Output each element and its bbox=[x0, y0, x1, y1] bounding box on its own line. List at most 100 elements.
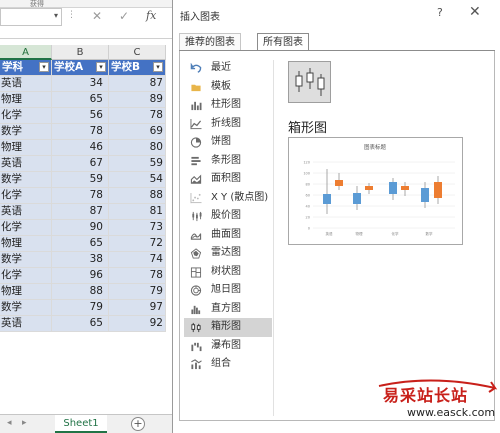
table-row: 物理 88 79 bbox=[0, 284, 176, 300]
table-cell[interactable]: 化学 bbox=[0, 268, 52, 284]
chart-type-list[interactable]: 最近 模板 柱形图 折线图 饼图 条形图面积图 X Y (散点图) 股价图 曲面图雷达图树状图旭… bbox=[184, 59, 272, 374]
chart-type-item[interactable]: 直方图 bbox=[184, 300, 272, 319]
chevron-down-icon[interactable]: ▾ bbox=[54, 11, 58, 20]
table-cell[interactable]: 88 bbox=[109, 188, 166, 204]
table-cell[interactable]: 92 bbox=[109, 316, 166, 332]
chart-type-item[interactable]: 箱形图 bbox=[184, 318, 272, 337]
header-cell-school-b[interactable]: 学校B ▾ bbox=[109, 60, 166, 76]
table-cell[interactable]: 英语 bbox=[0, 316, 52, 332]
tab-recommended-charts[interactable]: 推荐的图表 bbox=[179, 33, 241, 51]
table-cell[interactable]: 化学 bbox=[0, 188, 52, 204]
add-sheet-button[interactable]: + bbox=[131, 417, 145, 431]
table-cell[interactable]: 74 bbox=[109, 252, 166, 268]
table-cell[interactable]: 88 bbox=[52, 284, 109, 300]
table-cell[interactable]: 79 bbox=[109, 284, 166, 300]
table-cell[interactable]: 80 bbox=[109, 140, 166, 156]
table-cell[interactable]: 物理 bbox=[0, 236, 52, 252]
chart-type-item[interactable]: 面积图 bbox=[184, 170, 272, 189]
table-cell[interactable]: 96 bbox=[52, 268, 109, 284]
table-cell[interactable]: 数学 bbox=[0, 300, 52, 316]
tab-all-charts[interactable]: 所有图表 bbox=[257, 33, 309, 51]
table-cell[interactable]: 78 bbox=[52, 188, 109, 204]
help-button[interactable]: ? bbox=[437, 6, 443, 19]
table-cell[interactable]: 72 bbox=[109, 236, 166, 252]
column-header-c[interactable]: C bbox=[109, 45, 166, 60]
table-cell[interactable]: 数学 bbox=[0, 252, 52, 268]
table-cell[interactable]: 69 bbox=[109, 124, 166, 140]
table-cell[interactable]: 81 bbox=[109, 204, 166, 220]
table-cell[interactable]: 59 bbox=[109, 156, 166, 172]
insert-function-button[interactable]: fx bbox=[146, 9, 156, 22]
table-cell[interactable]: 数学 bbox=[0, 172, 52, 188]
table-row: 物理 65 89 bbox=[0, 92, 176, 108]
chart-type-label: 面积图 bbox=[211, 173, 241, 184]
chart-type-item[interactable]: 树状图 bbox=[184, 263, 272, 282]
chart-type-item[interactable]: 模板 bbox=[184, 78, 272, 97]
header-cell-school-a[interactable]: 学校A ▾ bbox=[52, 60, 109, 76]
table-cell[interactable]: 38 bbox=[52, 252, 109, 268]
table-cell[interactable]: 65 bbox=[52, 92, 109, 108]
table-cell[interactable]: 97 bbox=[109, 300, 166, 316]
chart-type-item[interactable]: 组合 bbox=[184, 355, 272, 374]
chart-type-item[interactable]: 折线图 bbox=[184, 115, 272, 134]
table-cell[interactable]: 化学 bbox=[0, 220, 52, 236]
column-header-b[interactable]: B bbox=[52, 45, 109, 60]
close-button[interactable]: ✕ bbox=[469, 4, 481, 20]
filter-dropdown-icon[interactable]: ▾ bbox=[153, 62, 163, 72]
table-cell[interactable]: 54 bbox=[109, 172, 166, 188]
cancel-formula-button[interactable]: ✕ bbox=[92, 9, 102, 23]
chart-type-item[interactable]: 瀑布图 bbox=[184, 337, 272, 356]
table-cell[interactable]: 物理 bbox=[0, 284, 52, 300]
chart-type-item[interactable]: 股价图 bbox=[184, 207, 272, 226]
chart-type-item[interactable]: 条形图 bbox=[184, 152, 272, 171]
table-cell[interactable]: 73 bbox=[109, 220, 166, 236]
sheet-scroll-right-icon[interactable]: ▸ bbox=[22, 418, 27, 428]
chart-type-item[interactable]: 雷达图 bbox=[184, 244, 272, 263]
confirm-formula-button[interactable]: ✓ bbox=[119, 9, 129, 23]
table-cell[interactable]: 英语 bbox=[0, 156, 52, 172]
table-cell[interactable]: 数学 bbox=[0, 124, 52, 140]
chart-type-item[interactable]: 旭日图 bbox=[184, 281, 272, 300]
box-whisker-subtype-thumbnail[interactable] bbox=[288, 61, 331, 103]
column-header-a[interactable]: A bbox=[0, 45, 52, 60]
chart-type-item[interactable]: 饼图 bbox=[184, 133, 272, 152]
table-cell[interactable]: 59 bbox=[52, 172, 109, 188]
chart-type-label: 雷达图 bbox=[211, 247, 241, 258]
chart-type-item[interactable]: 柱形图 bbox=[184, 96, 272, 115]
table-cell[interactable]: 46 bbox=[52, 140, 109, 156]
table-cell[interactable]: 65 bbox=[52, 236, 109, 252]
table-cell[interactable]: 78 bbox=[52, 124, 109, 140]
table-cell[interactable]: 87 bbox=[109, 76, 166, 92]
table-cell[interactable]: 英语 bbox=[0, 204, 52, 220]
table-cell[interactable]: 89 bbox=[109, 92, 166, 108]
table-cell[interactable]: 34 bbox=[52, 76, 109, 92]
table-cell[interactable]: 英语 bbox=[0, 76, 52, 92]
table-cell[interactable]: 78 bbox=[109, 268, 166, 284]
stock-chart-icon bbox=[192, 211, 202, 222]
histogram-chart-icon bbox=[191, 305, 201, 314]
table-cell[interactable]: 78 bbox=[109, 108, 166, 124]
chart-type-item[interactable]: 最近 bbox=[184, 59, 272, 78]
name-box[interactable]: ▾ bbox=[0, 8, 62, 26]
table-cell[interactable]: 90 bbox=[52, 220, 109, 236]
chart-preview[interactable]: 图表标题 0 20 40 60 80 100 120 英语 物理 化学 数学 bbox=[288, 137, 463, 245]
preview-y-tick: 100 bbox=[303, 172, 310, 176]
filter-dropdown-icon[interactable]: ▾ bbox=[39, 62, 49, 72]
table-cell[interactable]: 物理 bbox=[0, 92, 52, 108]
table-cell[interactable]: 67 bbox=[52, 156, 109, 172]
header-cell-subject[interactable]: 学科 ▾ bbox=[0, 60, 52, 76]
sheet-tab-sheet1[interactable]: Sheet1 bbox=[55, 415, 107, 433]
dialog-titlebar[interactable]: 插入图表 ? ✕ bbox=[173, 0, 500, 28]
chart-type-item[interactable]: X Y (散点图) bbox=[184, 189, 272, 208]
chart-type-item[interactable]: 曲面图 bbox=[184, 226, 272, 245]
line-chart-icon bbox=[190, 118, 202, 129]
filter-dropdown-icon[interactable]: ▾ bbox=[96, 62, 106, 72]
table-cell[interactable]: 物理 bbox=[0, 140, 52, 156]
table-cell[interactable]: 65 bbox=[52, 316, 109, 332]
scatter-chart-icon bbox=[190, 192, 202, 203]
table-cell[interactable]: 化学 bbox=[0, 108, 52, 124]
table-cell[interactable]: 87 bbox=[52, 204, 109, 220]
table-cell[interactable]: 56 bbox=[52, 108, 109, 124]
table-cell[interactable]: 79 bbox=[52, 300, 109, 316]
sheet-scroll-left-icon[interactable]: ◂ bbox=[7, 418, 12, 428]
